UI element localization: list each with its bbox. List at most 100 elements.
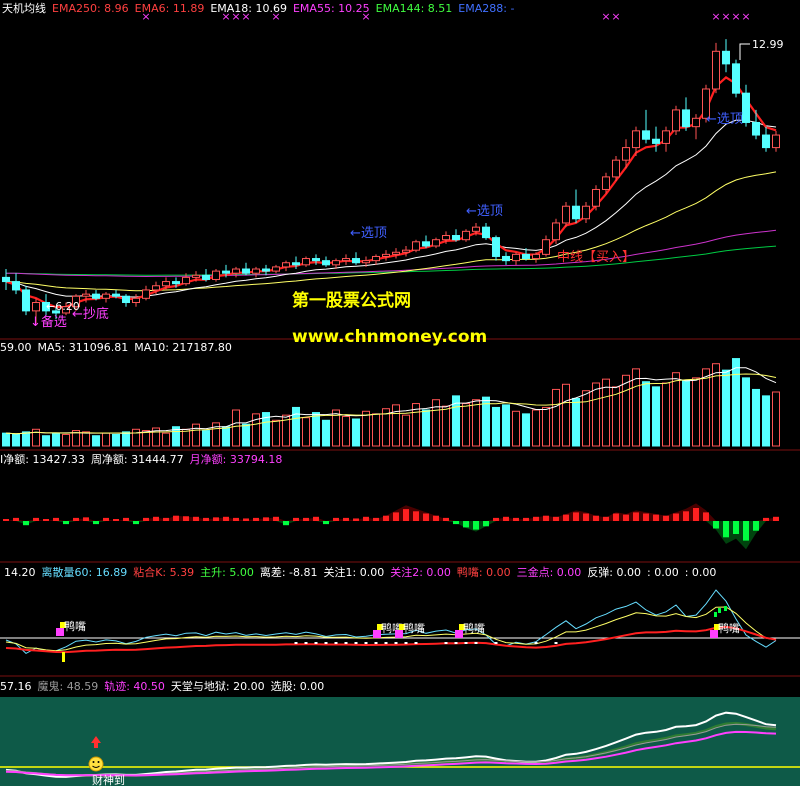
net-flow-bar: [483, 521, 489, 527]
candle-body: [362, 260, 370, 264]
tick-mark: [304, 642, 308, 644]
duckbill-green-tick: [718, 608, 721, 613]
net-flow-bar: [443, 517, 449, 521]
net-flow-bar: [273, 516, 279, 521]
net-flow-bar: [53, 517, 59, 521]
volume-bar: [552, 388, 560, 447]
net-flow-bar: [163, 517, 169, 521]
top-marker: ×: [601, 10, 610, 23]
panel2-legend-item-0: 59.00: [0, 341, 32, 354]
volume-bar: [232, 409, 240, 447]
duckbill-green-tick: [714, 612, 717, 617]
candle-body: [502, 255, 510, 262]
candle-body: [622, 147, 630, 161]
net-flow-bar: [183, 516, 189, 521]
duckbill-block-magenta: [56, 628, 64, 636]
tick-mark: [464, 642, 468, 644]
panel5-background: [0, 697, 800, 786]
volume-bar: [532, 409, 540, 447]
volume-bar: [192, 423, 200, 447]
candle-body: [692, 117, 700, 128]
volume-bar: [182, 428, 190, 447]
candle-body: [682, 109, 690, 128]
panel4-legend-item-11: : 0.00: [685, 566, 717, 579]
select-top-label-1: ←选顶: [350, 226, 387, 241]
net-flow-bar: [393, 512, 399, 521]
tick-mark: [364, 642, 368, 644]
volume-bar: [352, 418, 360, 447]
candle-body: [642, 130, 650, 140]
candle-body: [232, 268, 240, 274]
duckbill-label: 鸭嘴: [64, 620, 86, 633]
net-flow-bar: [283, 521, 289, 526]
candle-body: [22, 289, 30, 312]
net-flow-bar: [663, 515, 669, 521]
net-flow-bar: [73, 517, 79, 521]
panel1-legend-item-6: EMA288: -: [458, 2, 514, 15]
volume-bar: [302, 417, 310, 447]
volume-bar: [92, 435, 100, 447]
net-flow-bar: [503, 516, 509, 521]
volume-bar: [112, 433, 120, 447]
panel5-legend-item-4: 选股: 0.00: [271, 680, 325, 693]
stock-chart[interactable]: × × × × × × × × × × × × 天机均线 EMA250: 8.96 EMA6: 11.89…: [0, 0, 800, 786]
panel2-legend-item-2: MA10: 217187.80: [134, 341, 232, 354]
tick-mark: [354, 642, 358, 644]
smiley-eye-right: [97, 761, 100, 763]
panel4-legend: 14.20 离散量60: 16.89 粘合K: 5.39 主升: 5.00 离差: -8…: [4, 565, 716, 579]
volume-bar: [732, 358, 740, 447]
tick-mark: [454, 642, 458, 644]
volume-bar: [622, 374, 630, 447]
net-flow-bar: [103, 517, 109, 521]
net-flow-bar: [693, 508, 699, 521]
tick-mark: [374, 642, 378, 644]
net-flow-bar: [143, 517, 149, 521]
net-flow-bar: [563, 514, 569, 521]
net-flow-bar: [243, 518, 249, 521]
candle-body: [262, 268, 270, 272]
tick-mark: [294, 642, 298, 644]
candle-body: [212, 270, 220, 280]
net-flow-bar: [543, 515, 549, 521]
volume-bar: [2, 432, 10, 447]
candle-body: [142, 289, 150, 299]
candle-body: [202, 274, 210, 280]
panel5-legend: 57.16 魔鬼: 48.59 轨迹: 40.50 天堂与地狱: 20.00 选股: 0…: [0, 679, 324, 693]
smiley-icon: [88, 756, 104, 772]
candle-body: [742, 92, 750, 123]
volume-bar: [362, 410, 370, 447]
volume-bar: [462, 403, 470, 447]
candlesticks[interactable]: [2, 39, 780, 324]
candle-body: [562, 205, 570, 224]
panel1-legend-item-1: EMA250: 8.96: [52, 2, 129, 15]
tick-mark: [344, 642, 348, 644]
panel5-legend-item-0: 57.16: [0, 680, 32, 693]
panel1-legend-item-3: EMA18: 10.69: [210, 2, 287, 15]
ema-line-2: [5, 171, 777, 292]
smiley-eye-left: [92, 761, 95, 763]
duckbill-green-tick: [724, 606, 727, 611]
tick-mark: [334, 642, 338, 644]
panel4-legend-item-1: 离散量60: 16.89: [42, 565, 128, 579]
net-flow-bar: [173, 515, 179, 521]
volume-bar: [662, 382, 670, 447]
candle-body: [532, 253, 540, 260]
panel4-legend-item-8: 三金点: 0.00: [517, 565, 582, 579]
select-top-label-3: ←选顶: [706, 112, 743, 127]
fortune-label: 财神到: [92, 773, 125, 786]
volume-bar: [702, 368, 710, 447]
candle-body: [582, 205, 590, 220]
tick-mark: [384, 642, 388, 644]
candle-body: [222, 270, 230, 274]
volume-bar: [372, 413, 380, 447]
tick-mark: [494, 642, 498, 644]
panel4-legend-item-2: 粘合K: 5.39: [133, 565, 194, 579]
candle-body: [162, 281, 170, 287]
candle-body: [422, 241, 430, 247]
volume-bar: [132, 428, 140, 447]
net-flow-bar: [3, 519, 9, 521]
duckbill-block-magenta: [710, 630, 718, 638]
stock-candidate-label: ↓备选: [30, 314, 67, 330]
volume-bar: [742, 377, 750, 447]
net-flow-bar: [623, 514, 629, 521]
